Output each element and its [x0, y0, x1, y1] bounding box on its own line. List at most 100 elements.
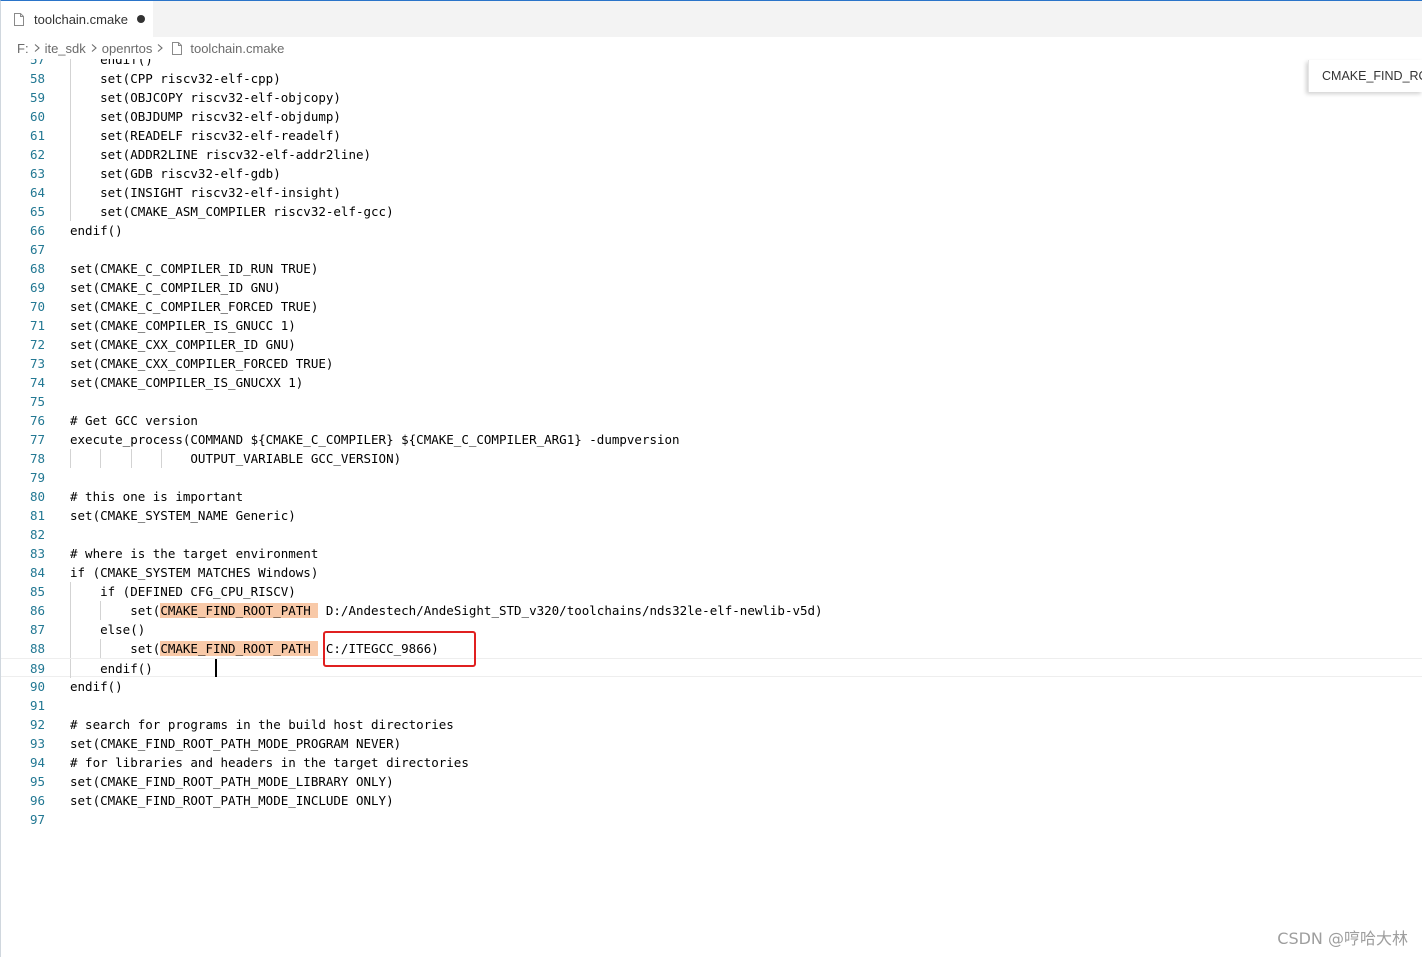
code-text: set(CMAKE_ASM_COMPILER riscv32-elf-gcc) [70, 202, 394, 221]
code-text: execute_process(COMMAND ${CMAKE_C_COMPIL… [70, 430, 680, 449]
code-line[interactable]: 61 set(READELF riscv32-elf-readelf) [1, 126, 1422, 145]
code-token: set(CMAKE_C_COMPILER_FORCED TRUE) [70, 299, 319, 314]
text-cursor [215, 659, 217, 677]
code-line[interactable]: 58 set(CPP riscv32-elf-cpp) [1, 69, 1422, 88]
code-text: set(OBJCOPY riscv32-elf-objcopy) [70, 88, 341, 107]
breadcrumb-ite-sdk[interactable]: ite_sdk [45, 41, 86, 56]
line-number: 88 [29, 641, 45, 656]
code-text: else() [70, 620, 145, 639]
watermark: CSDN @哼哈大林 [1277, 929, 1408, 948]
code-text: set(CMAKE_FIND_ROOT_PATH_MODE_INCLUDE ON… [70, 791, 394, 810]
code-line[interactable]: 94 # for libraries and headers in the tar… [1, 753, 1422, 772]
code-text: set(GDB riscv32-elf-gdb) [70, 164, 281, 183]
code-line[interactable]: 77 execute_process(COMMAND ${CMAKE_C_COMP… [1, 430, 1422, 449]
code-line[interactable]: 88 set(CMAKE_FIND_ROOT_PATH C:/ITEGCC_98… [1, 639, 1422, 658]
line-number: 67 [29, 242, 45, 257]
line-number: 62 [29, 147, 45, 162]
breadcrumb-openrtos[interactable]: openrtos [102, 41, 153, 56]
chevron-right-icon [91, 44, 97, 52]
line-number: 93 [29, 736, 45, 751]
code-text: set(CMAKE_CXX_COMPILER_ID GNU) [70, 335, 296, 354]
code-text: # where is the target environment [70, 544, 318, 563]
line-number: 96 [29, 793, 45, 808]
code-line[interactable]: 72 set(CMAKE_CXX_COMPILER_ID GNU) [1, 335, 1422, 354]
code-line[interactable]: 83 # where is the target environment [1, 544, 1422, 563]
breadcrumb-drive[interactable]: F: [17, 41, 29, 56]
code-line[interactable]: 62 set(ADDR2LINE riscv32-elf-addr2line) [1, 145, 1422, 164]
code-token: set(OBJDUMP riscv32-elf-objdump) [70, 109, 341, 124]
code-line[interactable]: 67 [1, 240, 1422, 259]
code-line[interactable]: 57 endif() [1, 59, 1422, 69]
code-line[interactable]: 78 OUTPUT_VARIABLE GCC_VERSION) [1, 449, 1422, 468]
code-text: set(READELF riscv32-elf-readelf) [70, 126, 341, 145]
code-text: set(CMAKE_FIND_ROOT_PATH_MODE_PROGRAM NE… [70, 734, 401, 753]
code-line[interactable]: 93 set(CMAKE_FIND_ROOT_PATH_MODE_PROGRAM … [1, 734, 1422, 753]
code-text: set(CMAKE_COMPILER_IS_GNUCC 1) [70, 316, 296, 335]
code-line[interactable]: 91 [1, 696, 1422, 715]
code-token: # for libraries and headers in the targe… [70, 755, 469, 770]
code-line[interactable]: 92 # search for programs in the build hos… [1, 715, 1422, 734]
line-number: 59 [29, 90, 45, 105]
line-number: 73 [29, 356, 45, 371]
code-text: # Get GCC version [70, 411, 198, 430]
line-number: 89 [29, 661, 45, 676]
line-number: 92 [29, 717, 45, 732]
code-line[interactable]: 64 set(INSIGHT riscv32-elf-insight) [1, 183, 1422, 202]
code-line[interactable]: 97 [1, 810, 1422, 829]
code-token: set(INSIGHT riscv32-elf-insight) [70, 185, 341, 200]
code-token: # Get GCC version [70, 413, 198, 428]
code-line[interactable]: 65 set(CMAKE_ASM_COMPILER riscv32-elf-gc… [1, 202, 1422, 221]
code-token: set(CMAKE_SYSTEM_NAME Generic) [70, 508, 296, 523]
code-line[interactable]: 85 if (DEFINED CFG_CPU_RISCV) [1, 582, 1422, 601]
line-number: 63 [29, 166, 45, 181]
code-line[interactable]: 82 [1, 525, 1422, 544]
code-line[interactable]: 86 set(CMAKE_FIND_ROOT_PATH D:/Andestech… [1, 601, 1422, 620]
code-line[interactable]: 71 set(CMAKE_COMPILER_IS_GNUCC 1) [1, 316, 1422, 335]
tab-label: toolchain.cmake [34, 11, 128, 27]
code-line[interactable]: 60 set(OBJDUMP riscv32-elf-objdump) [1, 107, 1422, 126]
code-line[interactable]: 87 else() [1, 620, 1422, 639]
code-text: set(CMAKE_CXX_COMPILER_FORCED TRUE) [70, 354, 333, 373]
search-match-highlight: CMAKE_FIND_ROOT_PATH [160, 603, 319, 618]
code-line[interactable]: 90 endif() [1, 677, 1422, 696]
code-line[interactable]: 66 endif() [1, 221, 1422, 240]
code-token: set(OBJCOPY riscv32-elf-objcopy) [70, 90, 341, 105]
code-line[interactable]: 59 set(OBJCOPY riscv32-elf-objcopy) [1, 88, 1422, 107]
breadcrumb-file[interactable]: toolchain.cmake [190, 41, 284, 56]
code-line[interactable]: 79 [1, 468, 1422, 487]
code-token: set(CMAKE_C_COMPILER_ID GNU) [70, 280, 281, 295]
code-line[interactable]: 69 set(CMAKE_C_COMPILER_ID GNU) [1, 278, 1422, 297]
line-number: 83 [29, 546, 45, 561]
code-text: if (CMAKE_SYSTEM MATCHES Windows) [70, 563, 318, 582]
code-line[interactable]: 68 set(CMAKE_C_COMPILER_ID_RUN TRUE) [1, 259, 1422, 278]
unsaved-dot-icon[interactable] [137, 15, 145, 23]
code-text: set(CMAKE_SYSTEM_NAME Generic) [70, 506, 296, 525]
code-token: # where is the target environment [70, 546, 319, 561]
sticky-scroll-widget[interactable]: CMAKE_FIND_ROOT_PATH [1308, 60, 1422, 92]
code-line[interactable]: 70 set(CMAKE_C_COMPILER_FORCED TRUE) [1, 297, 1422, 316]
code-text: # search for programs in the build host … [70, 715, 454, 734]
code-token: if (DEFINED CFG_CPU_RISCV) [70, 584, 296, 599]
code-text: set(CMAKE_C_COMPILER_ID GNU) [70, 278, 281, 297]
code-line[interactable]: 73 set(CMAKE_CXX_COMPILER_FORCED TRUE) [1, 354, 1422, 373]
code-line[interactable]: 74 set(CMAKE_COMPILER_IS_GNUCXX 1) [1, 373, 1422, 392]
code-token: endif() [70, 679, 123, 694]
code-line[interactable]: 63 set(GDB riscv32-elf-gdb) [1, 164, 1422, 183]
code-line[interactable]: 80 # this one is important [1, 487, 1422, 506]
code-line[interactable]: 84 if (CMAKE_SYSTEM MATCHES Windows) [1, 563, 1422, 582]
code-token: set(CMAKE_COMPILER_IS_GNUCXX 1) [70, 375, 304, 390]
code-line[interactable]: 75 [1, 392, 1422, 411]
chevron-right-icon [34, 44, 40, 52]
code-line[interactable]: 96 set(CMAKE_FIND_ROOT_PATH_MODE_INCLUDE … [1, 791, 1422, 810]
code-text: endif() [70, 221, 123, 240]
code-line[interactable]: 95 set(CMAKE_FIND_ROOT_PATH_MODE_LIBRARY … [1, 772, 1422, 791]
code-text: OUTPUT_VARIABLE GCC_VERSION) [70, 449, 401, 468]
line-number: 85 [29, 584, 45, 599]
code-line[interactable]: 76 # Get GCC version [1, 411, 1422, 430]
code-line[interactable]: 81 set(CMAKE_SYSTEM_NAME Generic) [1, 506, 1422, 525]
tab-toolchain-cmake[interactable]: toolchain.cmake [1, 1, 153, 37]
line-number: 68 [29, 261, 45, 276]
code-editor[interactable]: 97 96 set(CMAKE_FIND_ROOT_PATH_MODE_INCLUD… [1, 59, 1422, 957]
code-text: set(ADDR2LINE riscv32-elf-addr2line) [70, 145, 371, 164]
line-number: 81 [29, 508, 45, 523]
